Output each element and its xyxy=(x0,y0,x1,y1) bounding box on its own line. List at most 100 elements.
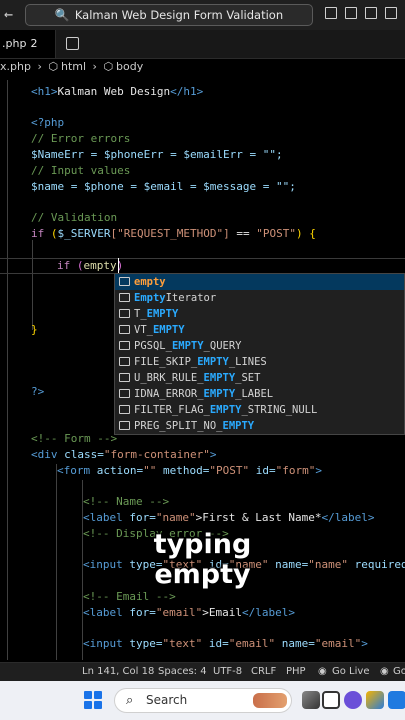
suggestion-pre: VT_ xyxy=(134,324,153,336)
task-view-icon[interactable] xyxy=(302,691,320,709)
caption-line-2: empty xyxy=(154,559,251,590)
split-editor-icon[interactable] xyxy=(66,37,79,50)
symbol-icon xyxy=(119,325,130,334)
customize-layout-icon[interactable] xyxy=(385,7,397,19)
suggestion-match: EMPTY xyxy=(146,308,179,320)
tab-bar: .php 2 xyxy=(0,30,405,59)
code-line: <!-- Name --> xyxy=(83,495,170,508)
code-line-typing: if (empty) xyxy=(57,259,124,272)
suggestion-post: _SET xyxy=(235,372,261,384)
suggestion-item[interactable]: PREG_SPLIT_NO_EMPTY xyxy=(115,418,404,434)
command-center[interactable]: 🔍 Kalman Web Design Form Validation xyxy=(25,4,313,26)
taskbar: ⌕ Search xyxy=(0,681,405,720)
symbol-icon xyxy=(119,293,130,302)
editor-tab[interactable]: .php 2 xyxy=(0,30,56,58)
suggestion-post: _LINES xyxy=(228,356,267,368)
teams-chat-icon[interactable] xyxy=(344,691,362,709)
symbol-icon xyxy=(119,277,130,286)
breadcrumb-separator: › xyxy=(92,60,97,73)
suggestion-post: _QUERY xyxy=(203,340,242,352)
suggestion-pre: U_BRK_RULE_ xyxy=(134,372,204,384)
code-line: <label for="email">Email</label> xyxy=(83,606,295,619)
tag-icon: ⬡ xyxy=(103,60,114,73)
suggestion-item[interactable]: PGSQL_EMPTY_QUERY xyxy=(115,338,404,354)
suggestion-match: EMPTY xyxy=(152,324,185,336)
suggestion-item[interactable]: empty xyxy=(115,274,404,290)
status-go-live[interactable]: Go Live xyxy=(332,666,369,677)
code-line: if ($_SERVER["REQUEST_METHOD"] == "POST"… xyxy=(31,227,316,240)
code-line: <div class="form-container"> xyxy=(31,448,217,461)
title-bar: ← 🔍 Kalman Web Design Form Validation xyxy=(0,0,405,30)
suggestion-post: _STRING_NULL xyxy=(241,404,318,416)
breadcrumb-body[interactable]: body xyxy=(116,60,143,73)
suggestion-item[interactable]: U_BRK_RULE_EMPTY_SET xyxy=(115,370,404,386)
back-arrow-icon[interactable]: ← xyxy=(4,5,13,23)
suggestion-item[interactable]: VT_EMPTY xyxy=(115,322,404,338)
autocomplete-suggestions[interactable]: empty EmptyIterator T_EMPTY VT_EMPTY PGSQL_E… xyxy=(114,273,405,435)
suggestion-item[interactable]: T_EMPTY xyxy=(115,306,404,322)
text-cursor xyxy=(118,258,119,274)
broadcast-icon: ◉ xyxy=(318,666,327,677)
indent-guide xyxy=(32,240,33,330)
suggestion-item[interactable]: FILE_SKIP_EMPTY_LINES xyxy=(115,354,404,370)
layout-controls xyxy=(325,7,397,19)
taskbar-search[interactable]: ⌕ Search xyxy=(114,688,292,713)
suggestion-item[interactable]: EmptyIterator xyxy=(115,290,404,306)
code-line: // Input values xyxy=(31,164,131,177)
tag-icon: ⬡ xyxy=(48,60,58,73)
suggestion-post: Iterator xyxy=(165,292,217,304)
code-line: // Validation xyxy=(31,211,118,224)
status-cursor-position[interactable]: Ln 141, Col 18 xyxy=(82,666,154,677)
status-language[interactable]: PHP xyxy=(286,666,306,677)
search-icon: 🔍 xyxy=(54,8,70,22)
suggestion-pre: FILTER_FLAG_ xyxy=(134,404,210,416)
status-go-live-2[interactable]: Go xyxy=(393,666,405,677)
status-indentation[interactable]: Spaces: 4 xyxy=(158,666,207,677)
suggestion-match: Empty xyxy=(134,292,166,304)
command-center-title: Kalman Web Design Form Validation xyxy=(74,8,284,22)
suggestion-match: EMPTY xyxy=(203,388,236,400)
code-line: <!-- Email --> xyxy=(83,590,176,603)
suggestion-item[interactable]: IDNA_ERROR_EMPTY_LABEL xyxy=(115,386,404,402)
suggestion-pre: T_ xyxy=(134,308,147,320)
symbol-icon xyxy=(119,373,130,382)
symbol-icon xyxy=(119,421,130,430)
toggle-sidebar-icon[interactable] xyxy=(325,7,337,19)
file-explorer-icon[interactable] xyxy=(366,691,384,709)
code-line: <input type="text" id="email" name="emai… xyxy=(83,637,368,650)
terminal-icon[interactable] xyxy=(322,691,340,709)
suggestion-match: EMPTY xyxy=(197,356,229,368)
taskbar-search-placeholder: Search xyxy=(146,693,188,707)
suggestion-item[interactable]: FILTER_FLAG_EMPTY_STRING_NULL xyxy=(115,402,404,418)
code-line: $name = $phone = $email = $message = ""; xyxy=(31,180,296,193)
status-eol[interactable]: CRLF xyxy=(251,666,276,677)
code-line: // Error errors xyxy=(31,132,131,145)
suggestion-match: EMPTY xyxy=(171,340,204,352)
breadcrumb-file[interactable]: x.php xyxy=(0,60,31,73)
caption-line-1: typing xyxy=(153,529,252,560)
code-line: <?php xyxy=(31,116,65,129)
search-icon: ⌕ xyxy=(126,693,134,708)
suggestion-pre: PGSQL_ xyxy=(134,340,172,352)
symbol-icon xyxy=(119,405,130,414)
code-line: } xyxy=(31,323,38,336)
suggestion-pre: PREG_SPLIT_NO_ xyxy=(134,420,223,432)
tab-filename: .php xyxy=(2,37,27,50)
suggestion-match: EMPTY xyxy=(203,372,236,384)
toggle-panel-icon[interactable] xyxy=(345,7,357,19)
symbol-icon xyxy=(119,309,130,318)
tab-problem-count: 2 xyxy=(30,37,38,50)
code-line: $NameErr = $phoneErr = $emailErr = ""; xyxy=(31,148,283,161)
breadcrumb-html[interactable]: html xyxy=(61,60,86,73)
windows-start-icon[interactable] xyxy=(84,691,102,709)
symbol-icon xyxy=(119,389,130,398)
toggle-secondary-sidebar-icon[interactable] xyxy=(365,7,377,19)
video-caption: typing empty xyxy=(0,530,405,590)
breadcrumb: x.php › ⬡ html › ⬡ body xyxy=(0,60,405,78)
suggestion-pre: FILE_SKIP_ xyxy=(134,356,198,368)
symbol-icon xyxy=(119,341,130,350)
code-line: ?> xyxy=(31,385,45,398)
app-icon[interactable] xyxy=(388,691,405,709)
status-encoding[interactable]: UTF-8 xyxy=(213,666,242,677)
suggestion-post: _LABEL xyxy=(235,388,274,400)
